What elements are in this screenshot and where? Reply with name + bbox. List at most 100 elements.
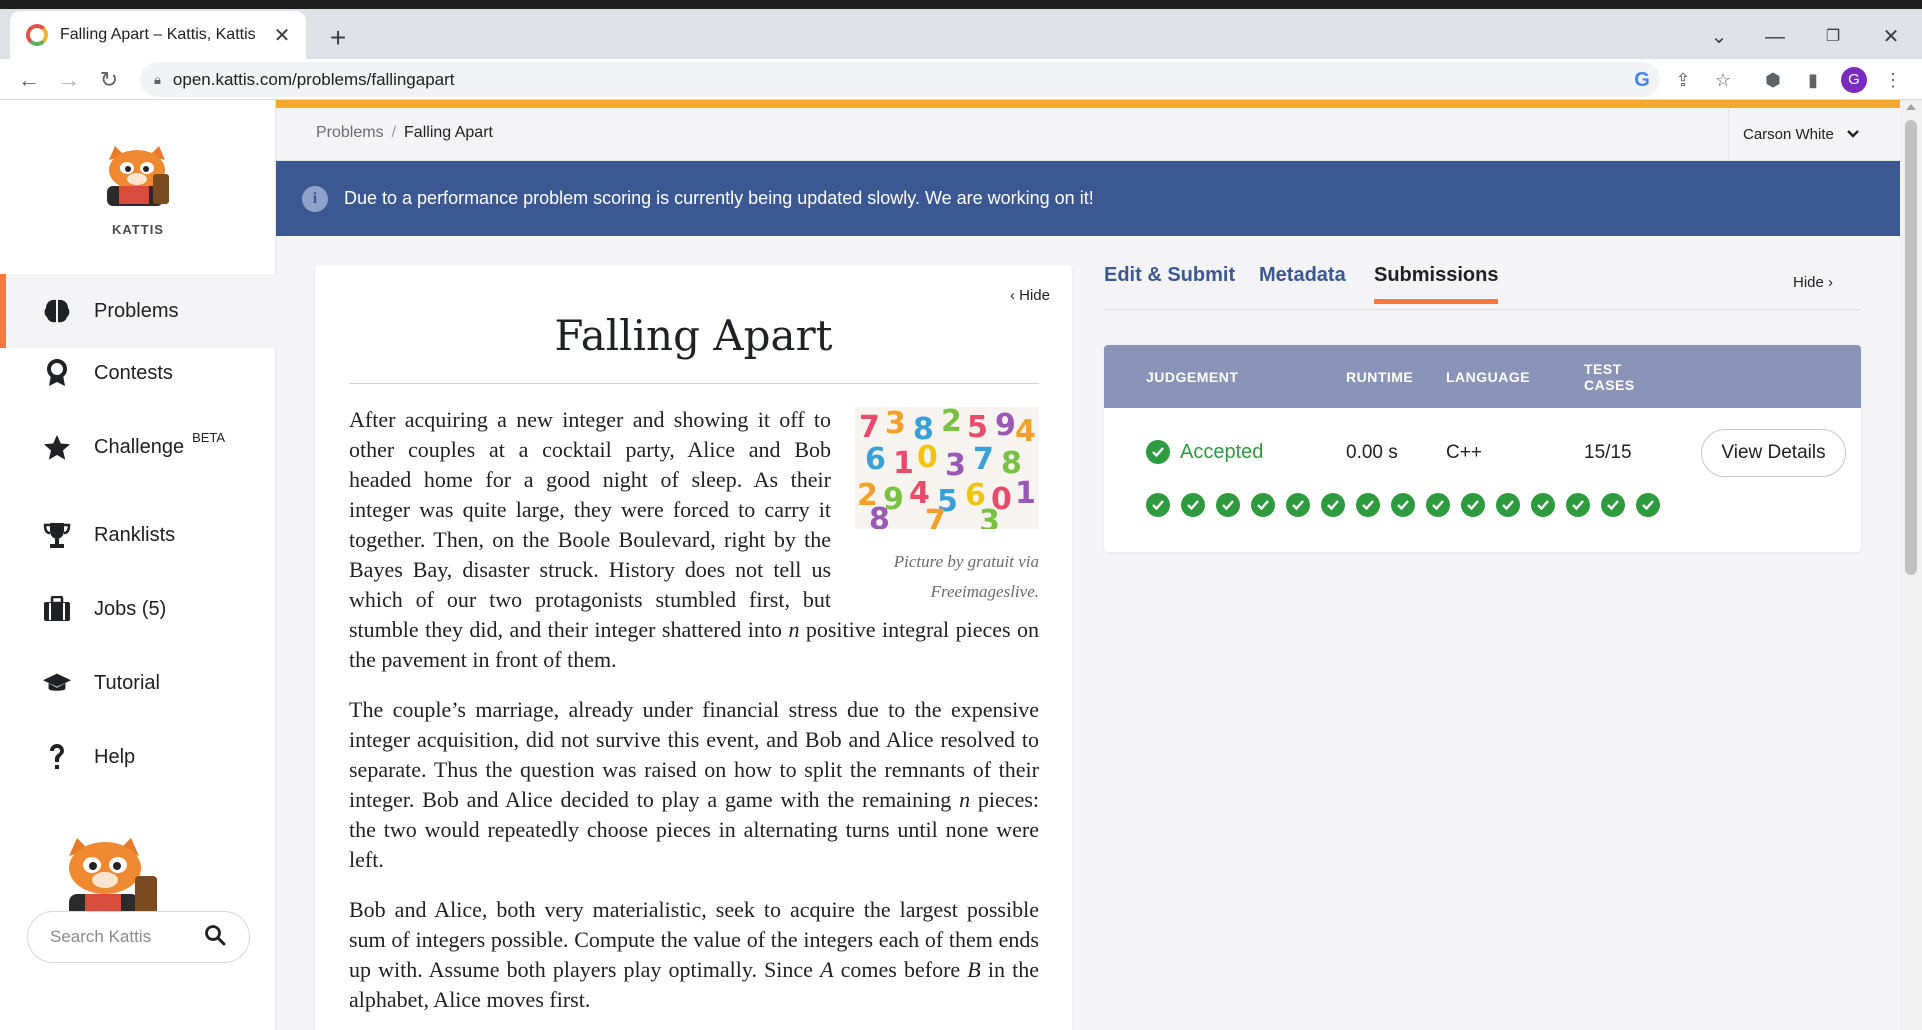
- breadcrumb: Problems / Falling Apart: [316, 124, 493, 142]
- svg-text:3: 3: [979, 504, 1000, 529]
- browser-tab[interactable]: Falling Apart – Kattis, Kattis ✕: [10, 11, 306, 59]
- paragraph-text: comes before: [840, 957, 961, 982]
- lock-icon: 🔒︎: [154, 71, 161, 87]
- test-case-check-icon[interactable]: [1636, 493, 1660, 517]
- tab-title: Falling Apart – Kattis, Kattis: [60, 26, 256, 43]
- breadcrumb-problems-link[interactable]: Problems: [316, 124, 384, 141]
- browser-tab-bar: Falling Apart – Kattis, Kattis ✕ + ⌄ — ❐…: [0, 9, 1922, 59]
- test-case-check-icon[interactable]: [1356, 493, 1380, 517]
- column-language: LANGUAGE: [1446, 369, 1531, 385]
- scrollbar[interactable]: [1900, 100, 1922, 1030]
- tab-edit-submit[interactable]: Edit & Submit: [1104, 264, 1235, 299]
- column-runtime: RUNTIME: [1346, 369, 1414, 385]
- tab-metadata[interactable]: Metadata: [1259, 264, 1346, 299]
- share-icon[interactable]: ⇪: [1670, 67, 1696, 93]
- test-case-check-icon[interactable]: [1286, 493, 1310, 517]
- sidebar-item-ranklists[interactable]: Ranklists: [0, 498, 276, 572]
- test-case-check-icon[interactable]: [1601, 493, 1625, 517]
- scroll-up-arrow-icon[interactable]: [1906, 104, 1916, 110]
- hide-problem-button[interactable]: ‹ Hide: [1010, 287, 1050, 304]
- hide-panel-button[interactable]: Hide ›: [1793, 274, 1833, 291]
- minimize-button[interactable]: —: [1752, 21, 1798, 53]
- google-icon[interactable]: G: [1629, 67, 1655, 93]
- new-tab-button[interactable]: +: [322, 23, 354, 55]
- sidebar-item-label: Contests: [94, 361, 173, 384]
- check-circle-icon: [1146, 440, 1170, 464]
- test-case-check-icon[interactable]: [1321, 493, 1345, 517]
- column-test-cases: TEST CASES: [1584, 361, 1635, 393]
- test-case-check-icon[interactable]: [1251, 493, 1275, 517]
- kattis-logo-icon[interactable]: [97, 146, 177, 206]
- sidebar-item-label: Ranklists: [94, 523, 176, 546]
- profile-avatar[interactable]: G: [1841, 67, 1867, 93]
- forward-icon[interactable]: →: [52, 63, 86, 97]
- search-box: [27, 911, 250, 963]
- panel-tabs: Edit & Submit Metadata Submissions: [1104, 262, 1861, 310]
- numbers-illustration: 7 3 8 2 5 9 4 6 1 0 3 7 8 2 9 4 5 6 0 1 …: [855, 404, 1039, 539]
- omnibox[interactable]: 🔒︎ open.kattis.com/problems/fallingapart: [140, 62, 1660, 97]
- hide-label: Hide: [1793, 274, 1824, 291]
- briefcase-icon: [42, 594, 72, 624]
- extensions-icon[interactable]: ⬢: [1760, 67, 1786, 93]
- sidebar-item-label: Tutorial: [94, 671, 160, 694]
- question-icon: [42, 742, 72, 772]
- info-icon: i: [302, 185, 328, 212]
- test-case-check-icon[interactable]: [1146, 493, 1170, 517]
- medal-icon: [42, 358, 72, 388]
- figure-caption: Picture by gratuit via Freeimageslive.: [893, 552, 1039, 601]
- sidebar-item-help[interactable]: Help: [0, 720, 276, 794]
- svg-text:0: 0: [917, 440, 938, 475]
- svg-text:5: 5: [967, 410, 988, 445]
- view-details-button[interactable]: View Details: [1701, 429, 1846, 477]
- close-window-button[interactable]: ✕: [1868, 21, 1914, 53]
- test-case-check-icon[interactable]: [1391, 493, 1415, 517]
- search-icon[interactable]: [204, 924, 226, 951]
- judgement-text: Accepted: [1180, 440, 1264, 463]
- restore-button[interactable]: ❐: [1810, 21, 1856, 53]
- test-case-check-icon[interactable]: [1496, 493, 1520, 517]
- sidebar-item-tutorial[interactable]: Tutorial: [0, 646, 276, 720]
- user-menu[interactable]: Carson White: [1728, 108, 1900, 161]
- svg-text:7: 7: [859, 410, 880, 445]
- test-case-check-icon[interactable]: [1461, 493, 1485, 517]
- notice-banner: i Due to a performance problem scoring i…: [276, 161, 1900, 236]
- problem-paragraph-2: The couple’s marriage, already under fin…: [349, 695, 1039, 875]
- reload-icon[interactable]: ↻: [92, 63, 126, 97]
- bookmark-star-icon[interactable]: ☆: [1710, 67, 1736, 93]
- table-header: JUDGEMENT RUNTIME LANGUAGE TEST CASES: [1104, 345, 1861, 408]
- scrollbar-thumb[interactable]: [1905, 120, 1917, 575]
- sidebar-item-challenge[interactable]: Challenge BETA: [0, 410, 276, 484]
- back-icon[interactable]: ←: [12, 63, 46, 97]
- sidebar-item-contests[interactable]: Contests: [0, 336, 276, 410]
- problem-statement-card: ‹ Hide Falling Apart 7 3 8 2 5 9 4 6 1 0…: [315, 265, 1072, 1030]
- logo-text: KATTIS: [112, 222, 164, 237]
- test-case-check-icon[interactable]: [1181, 493, 1205, 517]
- breadcrumb-current: Falling Apart: [404, 124, 493, 141]
- sidebar-item-jobs[interactable]: Jobs (5): [0, 572, 276, 646]
- url-text[interactable]: open.kattis.com/problems/fallingapart: [173, 70, 455, 90]
- test-case-check-icon[interactable]: [1216, 493, 1240, 517]
- problem-body: 7 3 8 2 5 9 4 6 1 0 3 7 8 2 9 4 5 6 0 1 …: [349, 404, 1039, 1030]
- search-input[interactable]: [50, 927, 190, 947]
- problem-title: Falling Apart: [554, 311, 833, 360]
- close-tab-icon[interactable]: ✕: [270, 23, 294, 48]
- test-case-check-icon[interactable]: [1531, 493, 1555, 517]
- tab-search-chevron-icon[interactable]: ⌄: [1696, 21, 1742, 53]
- svg-text:9: 9: [995, 408, 1016, 443]
- side-panel-icon[interactable]: ▮: [1800, 67, 1826, 93]
- svg-text:6: 6: [865, 442, 886, 477]
- browser-menu-icon[interactable]: ⋮: [1880, 67, 1906, 93]
- svg-text:7: 7: [925, 504, 946, 529]
- chevron-down-icon: [1846, 126, 1860, 143]
- window-top-strip: [0, 0, 1922, 9]
- graduation-cap-icon: [42, 668, 72, 698]
- table-row: Accepted 0.00 s C++ 15/15 View Details: [1104, 408, 1861, 552]
- judgement-cell: Accepted: [1146, 440, 1263, 464]
- sidebar-item-label: Challenge: [94, 435, 185, 458]
- tab-submissions[interactable]: Submissions: [1374, 264, 1499, 304]
- test-case-check-icon[interactable]: [1566, 493, 1590, 517]
- app-root: Falling Apart – Kattis, Kattis ✕ + ⌄ — ❐…: [0, 0, 1922, 1030]
- svg-text:1: 1: [1015, 476, 1036, 511]
- svg-text:8: 8: [869, 502, 890, 529]
- test-case-check-icon[interactable]: [1426, 493, 1450, 517]
